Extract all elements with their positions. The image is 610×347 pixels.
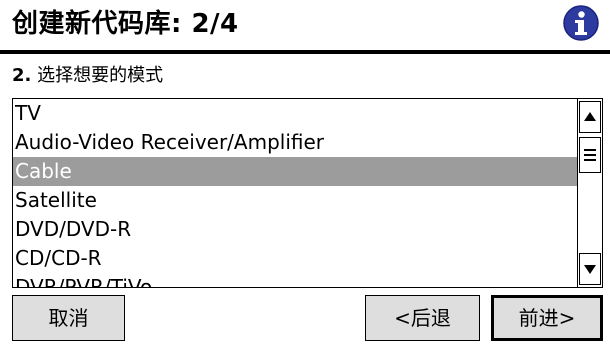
- list-item-tv[interactable]: TV: [13, 99, 577, 128]
- info-icon-graphic: [563, 5, 599, 41]
- next-button[interactable]: 前进>: [491, 295, 603, 341]
- mode-list: TV Audio-Video Receiver/Amplifier Cable …: [13, 99, 577, 287]
- list-item-cd[interactable]: CD/CD-R: [13, 244, 577, 273]
- cancel-button[interactable]: 取消: [12, 295, 125, 341]
- grip-line: [584, 149, 596, 151]
- list-item-satellite[interactable]: Satellite: [13, 186, 577, 215]
- scroll-up-button[interactable]: [579, 101, 601, 133]
- list-item-dvd[interactable]: DVD/DVD-R: [13, 215, 577, 244]
- step-prompt: 2. 选择想要的模式: [12, 64, 163, 88]
- list-item-dvr[interactable]: DVR/PVR/TiVo: [13, 273, 577, 287]
- list-item-cable[interactable]: Cable: [13, 157, 577, 186]
- step-text: 选择想要的模式: [37, 65, 164, 86]
- mode-listbox[interactable]: TV Audio-Video Receiver/Amplifier Cable …: [12, 98, 603, 288]
- step-number: 2.: [12, 65, 32, 86]
- list-item-av-receiver[interactable]: Audio-Video Receiver/Amplifier: [13, 128, 577, 157]
- info-icon[interactable]: [562, 4, 600, 42]
- arrow-down-icon: [584, 265, 596, 274]
- scroll-down-button[interactable]: [579, 253, 601, 285]
- grip-line: [584, 159, 596, 161]
- grip-line: [584, 154, 596, 156]
- wizard-screen: 创建新代码库: 2/4 2. 选择想要的模式 TV Audio-Video Re…: [0, 0, 610, 347]
- back-button[interactable]: <后退: [365, 295, 480, 341]
- arrow-up-icon: [584, 112, 596, 121]
- scroll-thumb[interactable]: [579, 137, 601, 173]
- list-scrollbar[interactable]: [577, 99, 602, 287]
- page-title: 创建新代码库: 2/4: [12, 9, 239, 39]
- header-divider: [0, 50, 610, 54]
